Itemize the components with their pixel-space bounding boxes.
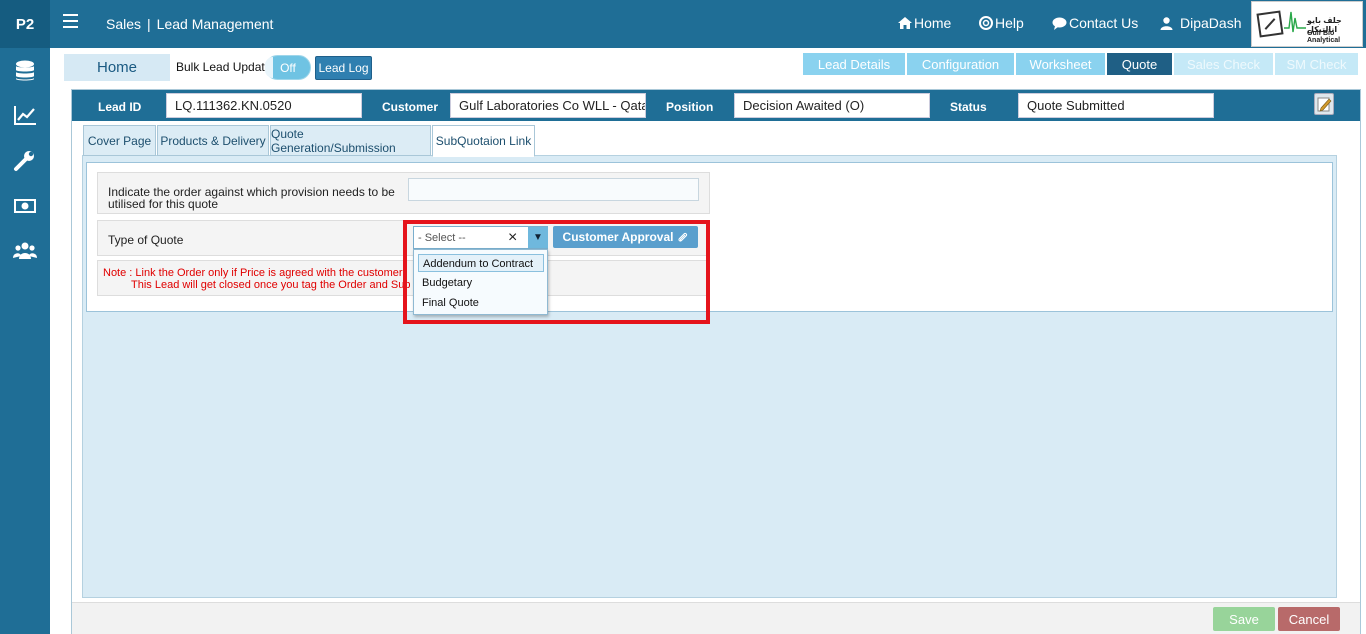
company-logo: جلف بايو انالتيكل Gulf Bio Analytical <box>1251 1 1363 47</box>
customer-field: Gulf Laboratories Co WLL - Qatar <box>450 93 646 118</box>
top-bar: P2 Sales | Lead Management Home Help Conta… <box>0 0 1366 48</box>
nav-home[interactable]: Home <box>898 15 951 31</box>
brand-logo[interactable]: P2 <box>0 0 50 48</box>
nav-contact-label: Contact Us <box>1069 15 1139 31</box>
note-line2: This Lead will get closed once you tag t… <box>131 279 411 291</box>
nav-help[interactable]: Help <box>979 15 1024 31</box>
breadcrumb-section[interactable]: Sales <box>106 16 141 32</box>
type-of-quote-label: Type of Quote <box>108 233 184 247</box>
tab-lead-details[interactable]: Lead Details <box>803 53 905 75</box>
user-icon <box>1160 16 1173 30</box>
nav-home-label: Home <box>914 15 952 31</box>
tab-worksheet[interactable]: Worksheet <box>1016 53 1105 75</box>
save-button[interactable]: Save <box>1213 607 1275 631</box>
position-label: Position <box>666 100 714 114</box>
subtab-subquotation-link[interactable]: SubQuotaion Link <box>432 125 535 157</box>
lifebuoy-icon <box>979 16 993 30</box>
pencil-icon <box>1317 97 1332 112</box>
nav-help-label: Help <box>995 15 1024 31</box>
status-label: Status <box>950 100 987 114</box>
database-icon[interactable] <box>13 60 37 82</box>
money-icon[interactable] <box>13 195 37 217</box>
breadcrumb-page: Lead Management <box>156 16 274 32</box>
breadcrumb: Sales | Lead Management <box>106 16 273 32</box>
nav-contact[interactable]: Contact Us <box>1052 15 1138 31</box>
users-icon[interactable] <box>13 240 37 262</box>
status-field: Quote Submitted <box>1018 93 1214 118</box>
tab-sm-check: SM Check <box>1275 53 1358 75</box>
highlight-box <box>403 220 710 324</box>
lead-log-button[interactable]: Lead Log <box>315 56 372 80</box>
order-input[interactable] <box>408 178 699 201</box>
logo-mark-icon <box>1256 10 1284 38</box>
subtab-quote-generation[interactable]: Quote Generation/Submission <box>270 125 431 156</box>
cancel-button[interactable]: Cancel <box>1278 607 1340 631</box>
logo-english-text: Gulf Bio Analytical <box>1307 30 1341 44</box>
bulk-lead-update-label: Bulk Lead Update <box>176 60 272 74</box>
subtab-products-delivery[interactable]: Products & Delivery <box>157 125 269 156</box>
toggle-state-label: Off <box>280 60 296 75</box>
edit-icon[interactable] <box>1314 93 1334 115</box>
home-icon <box>898 17 912 29</box>
customer-label: Customer <box>382 100 439 114</box>
breadcrumb-separator: | <box>147 16 151 32</box>
user-menu[interactable]: DipaDash <box>1160 15 1241 31</box>
lead-id-field: LQ.111362.KN.0520 <box>166 93 362 118</box>
tab-sales-check: Sales Check <box>1174 53 1273 75</box>
subtab-cover-page[interactable]: Cover Page <box>83 125 156 156</box>
footer-bar <box>72 602 1360 634</box>
chat-icon <box>1052 17 1067 30</box>
wrench-icon[interactable] <box>13 150 37 172</box>
hamburger-menu-icon[interactable] <box>63 14 78 28</box>
logo-wave-icon <box>1284 11 1306 33</box>
position-field: Decision Awaited (O) <box>734 93 930 118</box>
note-line1: Note : Link the Order only if Price is a… <box>103 267 403 279</box>
user-name: DipaDash <box>1180 15 1242 31</box>
home-button[interactable]: Home <box>64 54 170 81</box>
tab-configuration[interactable]: Configuration <box>907 53 1014 75</box>
sidebar <box>0 48 50 634</box>
chart-line-icon[interactable] <box>13 104 37 126</box>
order-label-line2: utilised for this quote <box>108 197 219 211</box>
tab-quote[interactable]: Quote <box>1107 53 1172 75</box>
lead-id-label: Lead ID <box>98 100 142 114</box>
bulk-update-toggle[interactable]: Off <box>265 55 311 80</box>
